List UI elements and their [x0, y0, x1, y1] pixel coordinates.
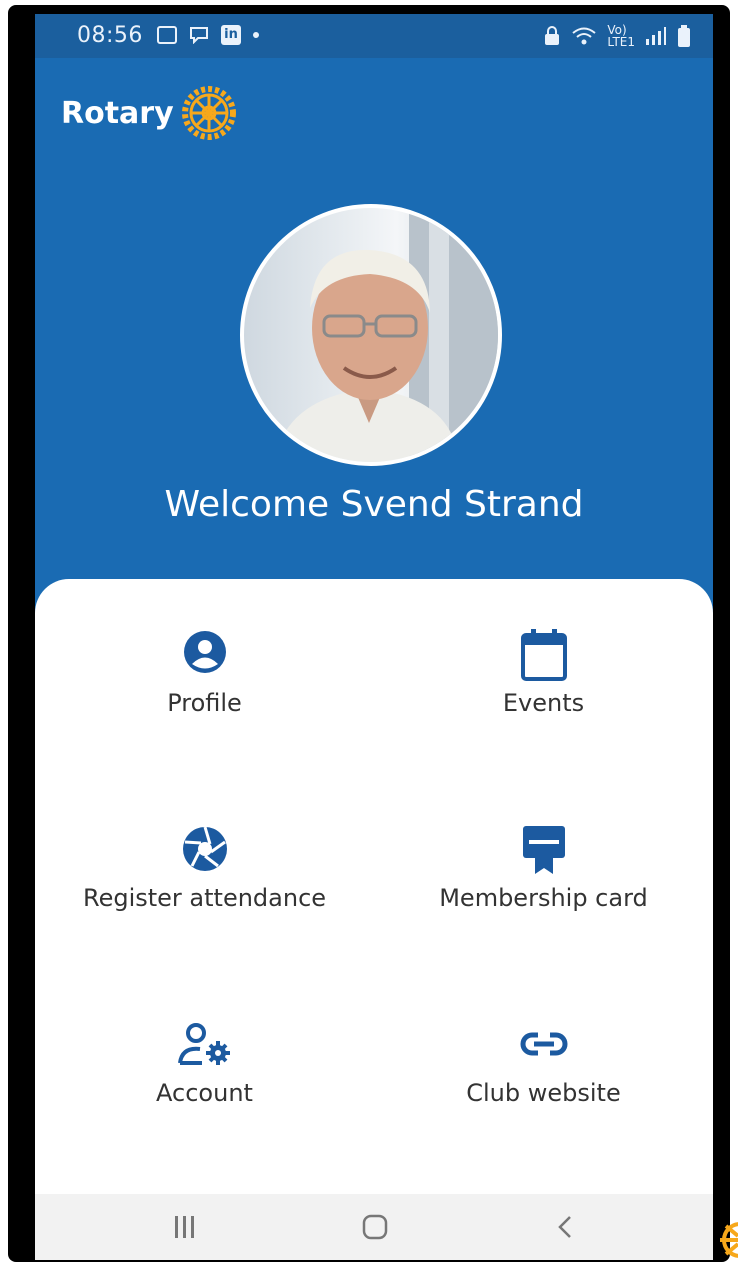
menu-item-club-website[interactable]: Club website	[374, 1019, 713, 1107]
chat-icon	[190, 27, 208, 44]
battery-icon	[678, 25, 690, 47]
menu-item-label: Account	[156, 1079, 253, 1107]
badge-card-icon	[374, 824, 713, 878]
menu-item-profile[interactable]: Profile	[35, 629, 374, 717]
status-time: 08:56	[77, 23, 143, 48]
android-nav-bar	[35, 1194, 713, 1260]
menu-item-register-attendance[interactable]: Register attendance	[35, 824, 374, 912]
signal-icon	[646, 27, 666, 45]
welcome-message: Welcome Svend Strand	[164, 484, 584, 525]
avatar-photo	[274, 208, 498, 462]
menu-item-label: Membership card	[439, 884, 648, 912]
back-button[interactable]	[525, 1194, 605, 1260]
rotary-wheel-icon	[181, 86, 236, 140]
dot-icon	[253, 32, 259, 38]
linkedin-icon: in	[221, 25, 241, 45]
wifi-icon	[572, 27, 597, 45]
app-screen: 08:56 in Vo) LTE1 Rotary Welcome Svend S…	[35, 14, 713, 1260]
notification-icons: in	[157, 25, 259, 45]
menu-grid: Profile Events Register attendance Membe…	[35, 579, 713, 1199]
menu-item-account[interactable]: Account	[35, 1019, 374, 1107]
volte-bottom-text: LTE1	[607, 35, 635, 49]
calendar-icon	[374, 629, 713, 683]
menu-item-label: Profile	[167, 689, 242, 717]
home-button[interactable]	[335, 1194, 415, 1260]
camera-shutter-icon	[35, 824, 374, 878]
user-circle-icon	[35, 629, 374, 683]
vpn-lock-icon	[545, 26, 560, 45]
profile-avatar[interactable]	[240, 204, 502, 466]
logo-text: Rotary	[61, 95, 174, 131]
menu-item-events[interactable]: Events	[374, 629, 713, 717]
menu-item-label: Register attendance	[82, 884, 327, 912]
home-icon	[362, 1214, 388, 1240]
back-icon	[558, 1216, 571, 1238]
user-gear-icon	[35, 1019, 374, 1073]
recents-button[interactable]	[145, 1194, 225, 1260]
rotary-wheel-fragment-icon	[720, 1222, 738, 1258]
link-icon	[374, 1019, 713, 1073]
menu-item-label: Club website	[466, 1079, 621, 1107]
menu-item-label: Events	[502, 689, 585, 717]
system-icons: Vo) LTE1	[543, 24, 691, 48]
menu-item-membership-card[interactable]: Membership card	[374, 824, 713, 912]
recents-icon	[175, 1216, 194, 1238]
gallery-icon	[157, 26, 177, 44]
volte-icon: Vo) LTE1	[607, 24, 635, 48]
status-bar: 08:56 in Vo) LTE1	[35, 14, 713, 58]
rotary-logo: Rotary	[61, 84, 238, 142]
